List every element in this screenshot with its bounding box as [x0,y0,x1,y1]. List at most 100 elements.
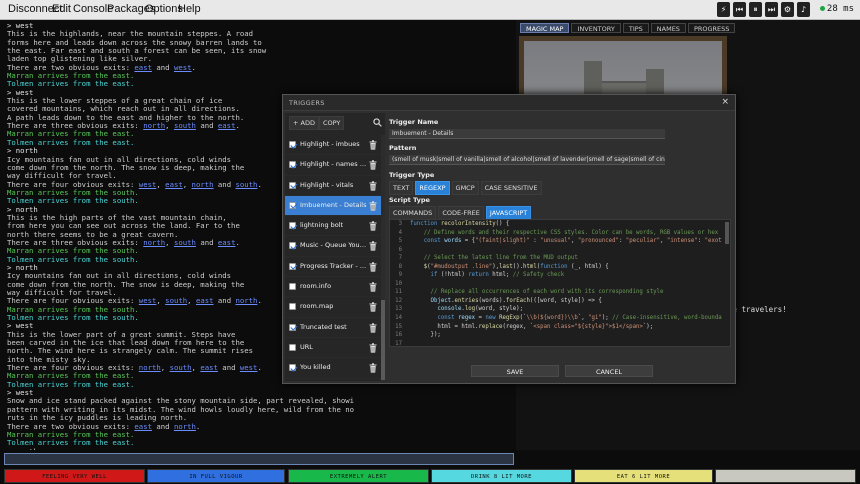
trigger-name: Music - Queue Youtu... [300,241,367,250]
exit-link[interactable]: north [192,180,214,189]
script-code-free-button[interactable]: CODE-FREE [438,206,484,220]
trigger-list-item[interactable]: lightning bolt [285,216,381,237]
trigger-enabled-checkbox[interactable] [289,201,296,209]
exit-link[interactable]: east [165,180,183,189]
trash-icon[interactable] [369,241,377,252]
trigger-list-item[interactable]: Highlight - imbues [285,135,381,156]
trigger-enabled-checkbox[interactable] [289,141,296,148]
trigger-enabled-checkbox[interactable] [289,161,296,169]
exit-link[interactable]: north [143,238,165,247]
trigger-list-item[interactable]: Highlight - vitals [285,176,381,196]
copy-trigger-button[interactable]: COPY [319,116,345,130]
code-token: "#mudoutput .line" [430,263,493,270]
code-token: // Case-insensitive, word-bounda [612,315,722,322]
pattern-input[interactable]: (smell of musk|smell of vanilla|smell of… [389,155,665,165]
exit-link[interactable]: east [134,63,152,72]
exit-link[interactable]: east [218,121,236,130]
exit-separator: . [235,237,240,247]
trigger-enabled-checkbox[interactable] [289,262,296,270]
tab-magic-map[interactable]: MAGIC MAP [520,23,570,33]
search-icon[interactable] [373,118,382,127]
trigger-enabled-checkbox[interactable] [289,242,296,250]
trigger-list-item[interactable]: room.info [285,277,381,298]
skip-back-icon[interactable]: ⏮ [733,2,746,17]
code-token: const [410,238,445,245]
exit-link[interactable]: south [235,180,257,189]
exit-link[interactable]: north [174,422,196,431]
trigger-list-item[interactable]: Progress Tracker - E... [285,257,381,278]
exit-link[interactable]: west [139,180,157,189]
trigger-enabled-checkbox[interactable] [289,303,296,311]
trigger-list-item[interactable]: You killed [285,358,381,379]
volume-icon[interactable]: ♪ [797,2,810,17]
cancel-button[interactable]: CANCEL [565,365,653,377]
exit-link[interactable]: south [170,363,192,372]
exit-link[interactable]: west [174,63,192,72]
code-lines[interactable]: function recolorIntensity() { // Define … [410,220,722,346]
trigger-enabled-checkbox[interactable] [289,181,296,189]
tab-tips[interactable]: TIPS [622,23,649,33]
trash-icon[interactable] [369,221,377,231]
exit-link[interactable]: north [235,296,257,305]
scrollbar-thumb[interactable] [381,300,385,380]
trash-icon[interactable] [369,322,377,333]
close-icon[interactable]: × [721,97,729,107]
type-gmcp-button[interactable]: GMCP [451,181,479,195]
trigger-enabled-checkbox[interactable] [289,222,296,230]
trigger-name-input[interactable]: Imbuement - Details [389,129,665,139]
lightning-icon[interactable]: ⚡ [717,2,730,17]
menu-edit[interactable]: Edit [52,3,71,15]
trigger-list-item[interactable]: Music - Queue Youtu... [285,236,381,257]
code-scrollbar[interactable] [725,222,729,244]
trash-icon[interactable] [369,302,377,312]
exit-link[interactable]: east [134,422,152,431]
menu-help[interactable]: Help [178,3,201,15]
trigger-enabled-checkbox[interactable] [289,283,296,291]
trigger-list-item[interactable]: Highlight - names (au... [285,155,381,176]
exit-link[interactable]: east [196,296,214,305]
type-regexp-button[interactable]: REGEXP [415,181,450,195]
script-code-editor[interactable]: 3 4 5 6 7 8 9 10 11 12 13 14 15 16 17 function recolor… [389,219,731,347]
exit-separator: . [195,421,201,431]
script-commands-button[interactable]: COMMANDS [389,206,437,220]
exit-link[interactable]: west [139,296,157,305]
trash-icon[interactable] [369,343,377,353]
add-trigger-button[interactable]: + ADD [289,116,319,130]
trigger-enabled-checkbox[interactable] [289,364,296,372]
code-token: (). [512,263,524,270]
trigger-list-item[interactable]: Truncated test [285,318,381,338]
trigger-list-item[interactable]: URL [285,338,381,359]
trash-icon[interactable] [369,160,377,170]
tab-inventory[interactable]: INVENTORY [571,23,621,33]
trash-icon[interactable] [369,282,377,292]
skip-forward-icon[interactable]: ⏭ [765,2,778,17]
command-input[interactable] [4,453,514,465]
trash-icon[interactable] [369,180,377,191]
exit-link[interactable]: east [218,238,236,247]
trigger-enabled-checkbox[interactable] [289,343,296,351]
tab-progress[interactable]: PROGRESS [687,23,736,33]
trigger-list-item[interactable]: room.map [285,297,381,318]
trash-icon[interactable] [369,140,377,150]
trash-icon[interactable] [369,363,377,373]
exit-link[interactable]: south [165,296,187,305]
exit-link[interactable]: north [139,363,161,372]
trash-icon[interactable] [369,262,377,272]
exit-link[interactable]: west [240,363,258,372]
trigger-enabled-checkbox[interactable] [289,323,296,331]
save-button[interactable]: SAVE [471,365,559,377]
script-javascript-button[interactable]: JAVASCRIPT [485,206,532,220]
trash-icon[interactable] [369,201,377,211]
exit-link[interactable]: south [174,121,196,130]
type-text-button[interactable]: TEXT [389,181,414,195]
tab-names[interactable]: NAMES [650,23,686,33]
exit-link[interactable]: north [143,121,165,130]
trigger-list-item[interactable]: Imbuement - Details [285,195,381,217]
pause-icon[interactable]: ⏸ [749,2,762,17]
exit-link[interactable]: south [174,238,196,247]
trigger-list-scrollbar[interactable] [381,135,385,381]
case-sensitive-toggle[interactable]: CASE SENSITIVE [480,181,542,195]
gear-icon[interactable]: ⚙ [781,2,794,17]
exit-link[interactable]: east [200,363,218,372]
